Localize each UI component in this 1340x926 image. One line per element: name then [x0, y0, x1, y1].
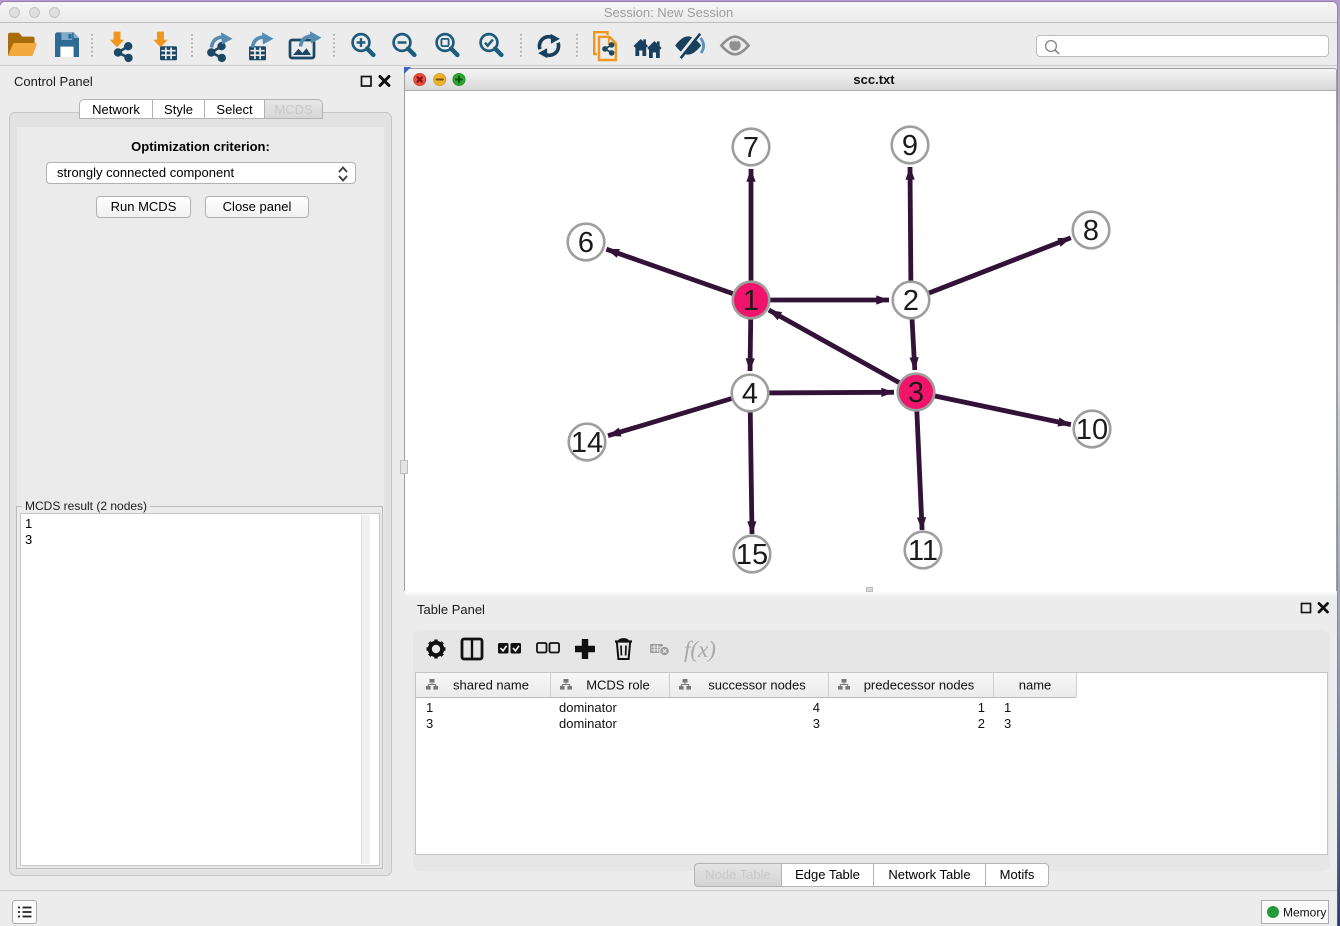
svg-text:2: 2 — [903, 285, 919, 317]
svg-text:3: 3 — [813, 716, 820, 731]
svg-text:1: 1 — [426, 700, 433, 715]
svg-text:10: 10 — [1076, 414, 1108, 446]
svg-text:Memory: Memory — [1283, 906, 1326, 920]
svg-text:15: 15 — [736, 539, 768, 571]
svg-text:3: 3 — [1004, 716, 1011, 731]
svg-text:1: 1 — [978, 700, 985, 715]
svg-text:shared name: shared name — [453, 678, 529, 693]
svg-text:11: 11 — [908, 535, 938, 567]
svg-text:3: 3 — [908, 377, 924, 409]
svg-text:name: name — [1019, 678, 1052, 693]
svg-text:1: 1 — [1004, 700, 1011, 715]
svg-text:8: 8 — [1083, 215, 1099, 247]
svg-text:dominator: dominator — [559, 716, 617, 731]
svg-text:f(x): f(x) — [684, 637, 716, 662]
svg-text:7: 7 — [743, 132, 759, 164]
svg-text:2: 2 — [978, 716, 985, 731]
svg-text:14: 14 — [571, 427, 603, 459]
svg-text:6: 6 — [578, 227, 594, 259]
svg-text:successor nodes: successor nodes — [708, 678, 806, 693]
svg-text:predecessor nodes: predecessor nodes — [864, 678, 975, 693]
svg-text:4: 4 — [813, 700, 820, 715]
svg-text:4: 4 — [742, 378, 758, 410]
svg-text:1: 1 — [743, 285, 759, 317]
svg-text:9: 9 — [902, 130, 918, 162]
svg-text:dominator: dominator — [559, 700, 617, 715]
svg-text:3: 3 — [426, 716, 433, 731]
svg-text:MCDS role: MCDS role — [586, 678, 650, 693]
